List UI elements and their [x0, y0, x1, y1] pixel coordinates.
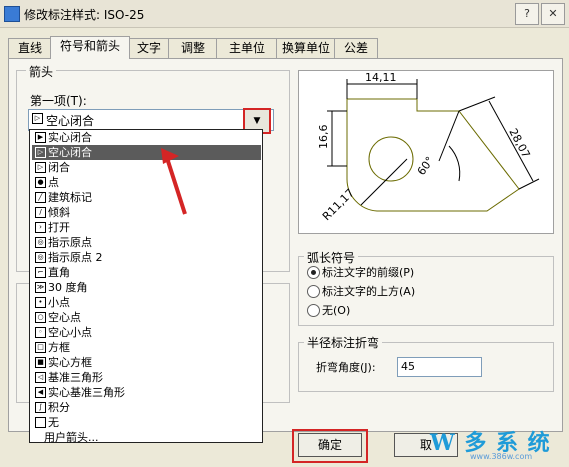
first-arrow-select[interactable]: ▷ 空心闭合 [28, 109, 274, 131]
list-item[interactable]: ◁ 基准三角形 [32, 370, 261, 385]
first-arrow-label: 第一项(T): [30, 94, 87, 108]
origin-indicator-2-icon: ◎ [35, 252, 46, 263]
list-item[interactable]: 无 [32, 415, 261, 430]
chevron-down-icon: ▼ [253, 116, 261, 126]
open-arrow-icon: › [35, 222, 46, 233]
list-item[interactable]: ○ 空心点 [32, 310, 261, 325]
list-item[interactable]: ▷ 空心闭合 [32, 145, 261, 160]
list-item[interactable]: □ 方框 [32, 340, 261, 355]
dot-small-icon: • [35, 297, 46, 308]
first-arrow-value: 空心闭合 [46, 114, 95, 128]
datum-triangle-filled-icon: ◀ [35, 387, 46, 398]
dim-angle-label: 60° [415, 154, 437, 177]
hollow-closed-arrow-icon: ▷ [32, 113, 43, 124]
right-angle-icon: ⌐ [35, 267, 46, 278]
dim-radius-label: R11,17 [320, 186, 357, 223]
dot-arrow-icon: ● [35, 177, 46, 188]
closed-filled-arrow-icon: ▶ [35, 132, 46, 143]
open-30-icon: ≫ [35, 282, 46, 293]
oblique-icon: / [35, 207, 46, 218]
arc-none-radio[interactable] [307, 304, 320, 317]
list-item[interactable]: ● 点 [32, 175, 261, 190]
arc-prefix-label: 标注文字的前缀(P) [322, 266, 415, 279]
list-item[interactable]: ◀ 实心基准三角形 [32, 385, 261, 400]
tab-text[interactable]: 文字 [128, 38, 170, 58]
list-item[interactable]: / 倾斜 [32, 205, 261, 220]
tab-lines[interactable]: 直线 [8, 38, 52, 58]
integral-icon: ∫ [35, 402, 46, 413]
list-item[interactable]: ▷ 闭合 [32, 160, 261, 175]
jog-angle-input[interactable]: 45 [397, 357, 482, 377]
closed-arrow-icon: ▷ [35, 162, 46, 173]
origin-indicator-icon: ◎ [35, 237, 46, 248]
dim-left-label: 16,6 [317, 125, 330, 150]
list-item[interactable]: ■ 实心方框 [32, 355, 261, 370]
jog-angle-label: 折弯角度(J): [316, 361, 376, 374]
tab-symbols-arrows[interactable]: 符号和箭头 [50, 36, 130, 59]
list-item[interactable]: ⌐ 直角 [32, 265, 261, 280]
radius-jog-label: 半径标注折弯 [304, 334, 383, 351]
app-icon [4, 6, 20, 22]
list-item[interactable]: ∫ 积分 [32, 400, 261, 415]
list-item[interactable]: ◦ 空心小点 [32, 325, 261, 340]
window-title: 修改标注样式: ISO-25 [24, 8, 145, 22]
list-item[interactable]: ◎ 指示原点 2 [32, 250, 261, 265]
arrow-options-list[interactable]: ▶ 实心闭合 ▷ 空心闭合 ▷ 闭合 ● 点 ╱ 建筑标记 / 倾斜 › 打开 ◎ 指示原点 ◎… [29, 129, 263, 444]
list-item[interactable]: • 小点 [32, 295, 261, 310]
arc-prefix-radio[interactable] [307, 266, 320, 279]
dimension-preview: 14,11 16,6 28,07 60° R11,17 [298, 70, 554, 234]
tab-primary-units[interactable]: 主单位 [216, 38, 278, 58]
arc-above-radio[interactable] [307, 285, 320, 298]
arc-above-label: 标注文字的上方(A) [322, 285, 416, 298]
dot-blank-icon: ○ [35, 312, 46, 323]
closed-blank-arrow-icon: ▷ [35, 147, 46, 158]
watermark-url: www.386w.com [470, 452, 533, 461]
list-item[interactable]: 用户箭头... [44, 430, 273, 445]
datum-triangle-icon: ◁ [35, 372, 46, 383]
box-filled-icon: ■ [35, 357, 46, 368]
architectural-tick-icon: ╱ [35, 192, 46, 203]
dim-top-label: 14,11 [365, 71, 397, 84]
help-icon[interactable]: ? [515, 3, 539, 25]
list-item[interactable]: ◎ 指示原点 [32, 235, 261, 250]
none-icon [35, 417, 46, 428]
list-item[interactable]: ╱ 建筑标记 [32, 190, 261, 205]
preview-drawing: 14,11 16,6 28,07 60° R11,17 [317, 71, 540, 223]
tab-alternate-units[interactable]: 换算单位 [276, 38, 336, 58]
ok-button[interactable]: 确定 [298, 433, 362, 457]
tab-tolerances[interactable]: 公差 [334, 38, 378, 58]
list-item[interactable]: ▶ 实心闭合 [32, 130, 261, 145]
tab-fit[interactable]: 调整 [168, 38, 218, 58]
list-item[interactable]: › 打开 [32, 220, 261, 235]
arc-none-label: 无(O) [322, 304, 351, 317]
list-item[interactable]: ≫ 30 度角 [32, 280, 261, 295]
dim-right-label: 28,07 [506, 126, 532, 160]
close-icon[interactable]: ✕ [541, 3, 565, 25]
annotation-arrow [161, 148, 187, 215]
dot-small-blank-icon: ◦ [35, 327, 46, 338]
arrowheads-group-label: 箭头 [26, 63, 57, 80]
box-blank-icon: □ [35, 342, 46, 353]
